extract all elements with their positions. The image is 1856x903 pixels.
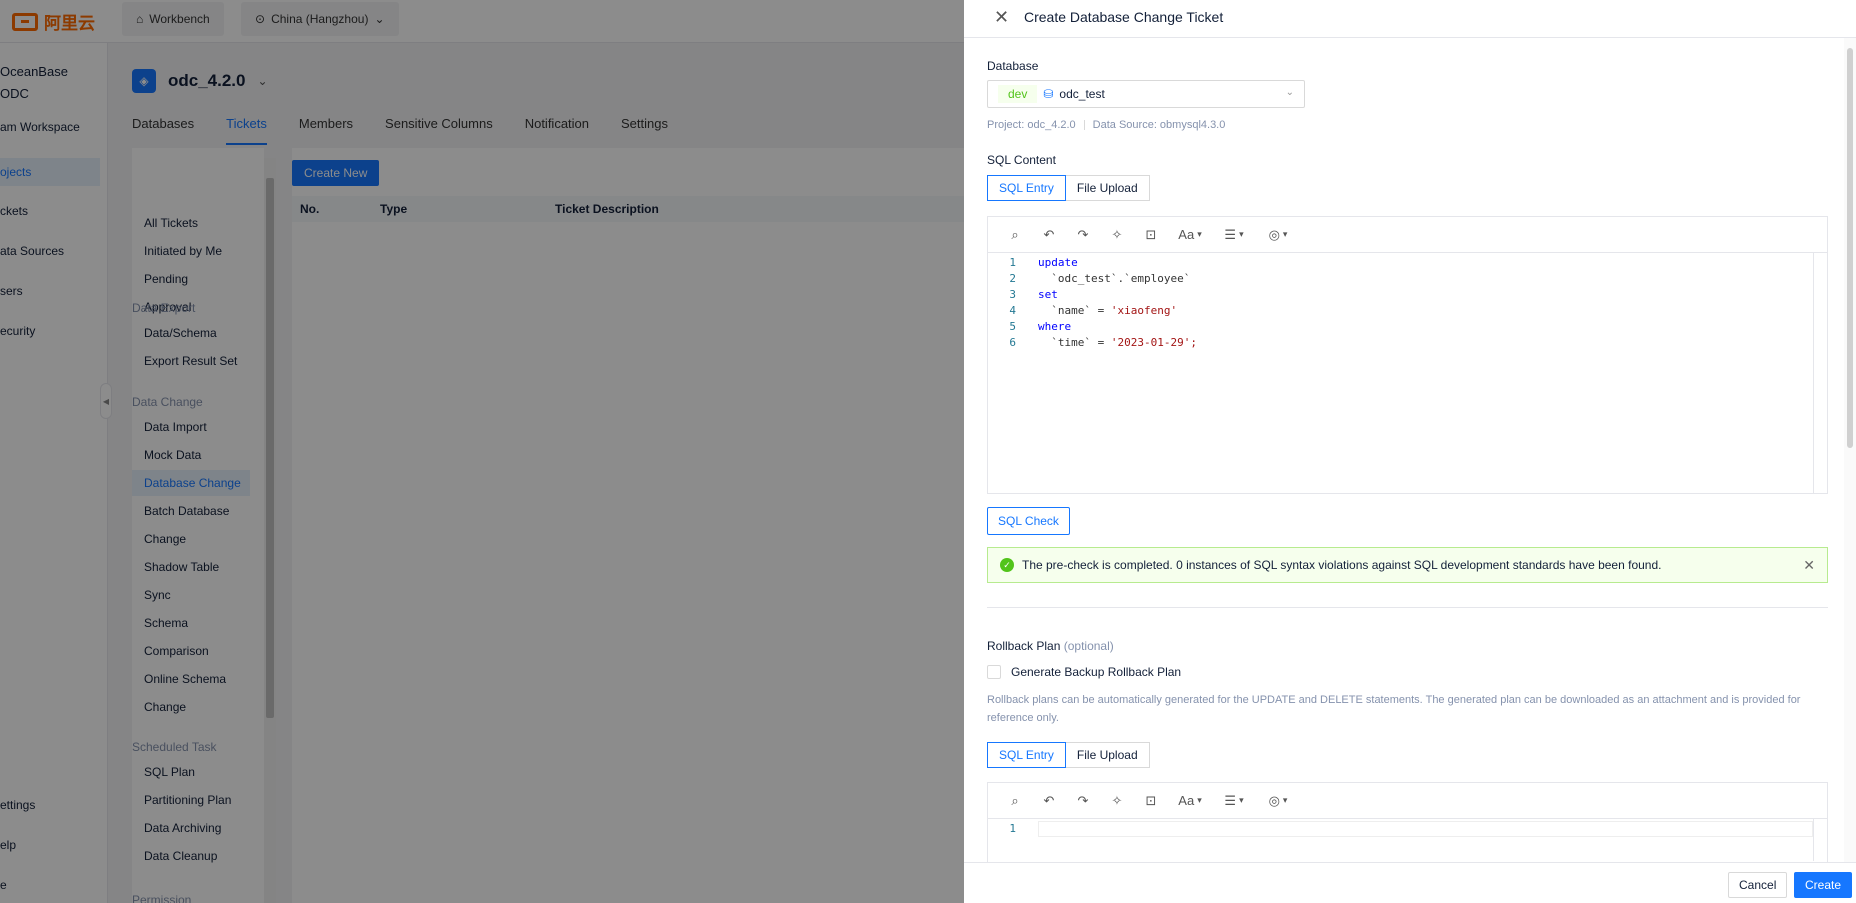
drawer-header: ✕ Create Database Change Ticket	[964, 0, 1856, 38]
chevron-down-icon: ⌄	[1285, 87, 1294, 98]
line-number: 3	[1009, 288, 1016, 301]
optional-hint: (optional)	[1063, 639, 1114, 653]
redo-icon[interactable]: ↷	[1066, 217, 1100, 253]
current-line-highlight	[1038, 821, 1813, 837]
database-value: odc_test	[1059, 87, 1105, 101]
rollback-help-text: Rollback plans can be automatically gene…	[987, 694, 1801, 724]
editor-scrollbar[interactable]	[1813, 819, 1827, 861]
rollback-checkbox[interactable]	[987, 665, 1001, 679]
code-keyword: set	[1038, 288, 1058, 301]
rollback-file-upload-tab[interactable]: File Upload	[1065, 742, 1150, 768]
drawer-body: Database dev ⛁ odc_test ⌄ Project: odc_4…	[964, 38, 1856, 862]
code-line: 2 `odc_test`.`employee`	[988, 271, 1827, 287]
sql-check-button[interactable]: SQL Check	[987, 507, 1070, 535]
format-icon[interactable]: ✧	[1100, 217, 1134, 253]
database-label: Database	[987, 59, 1039, 73]
sql-entry-tab[interactable]: SQL Entry	[987, 175, 1066, 201]
indent-icon[interactable]: ☰	[1212, 783, 1256, 819]
indent-icon[interactable]: ☰	[1212, 217, 1256, 253]
case-icon[interactable]: Aa	[1168, 217, 1212, 253]
editor-toolbar: ⌕ ↶ ↷ ✧ ⊡ Aa ☰ ◎	[988, 217, 1827, 253]
sql-editor[interactable]: ⌕ ↶ ↷ ✧ ⊡ Aa ☰ ◎ 1 update 2 `odc_test`.`e…	[987, 216, 1828, 494]
code-string: '2023-01-29';	[1110, 336, 1197, 349]
drawer-title: Create Database Change Ticket	[1024, 9, 1224, 25]
sql-content-label: SQL Content	[987, 153, 1056, 167]
alert-text: The pre-check is completed. 0 instances …	[1022, 558, 1662, 572]
rollback-plan-label: Rollback Plan (optional)	[987, 639, 1114, 653]
code-identifier: `time` =	[1038, 336, 1111, 349]
sql-input-mode: SQL Entry File Upload	[987, 175, 1150, 201]
more-icon[interactable]: ◎	[1256, 783, 1300, 819]
line-number: 5	[1009, 320, 1016, 333]
line-number: 6	[1009, 336, 1016, 349]
drawer-scrollbar-thumb[interactable]	[1847, 48, 1853, 448]
format-icon[interactable]: ✧	[1100, 783, 1134, 819]
more-icon[interactable]: ◎	[1256, 217, 1300, 253]
redo-icon[interactable]: ↷	[1066, 783, 1100, 819]
code-area[interactable]: 1 update 2 `odc_test`.`employee` 3 set 4 `…	[988, 253, 1827, 493]
code-line: 4 `name` = 'xiaofeng'	[988, 303, 1827, 319]
editor-scrollbar[interactable]	[1813, 253, 1827, 493]
meta-divider	[1083, 120, 1085, 131]
find-icon[interactable]: ⌕	[998, 217, 1032, 253]
close-icon[interactable]: ✕	[994, 7, 1009, 28]
create-ticket-drawer: ✕ Create Database Change Ticket Database…	[964, 0, 1856, 903]
drawer-footer: Cancel Create	[964, 862, 1856, 903]
code-line: 5 where	[988, 319, 1827, 335]
code-identifier: `name` =	[1038, 304, 1111, 317]
code-area[interactable]: 1	[988, 819, 1827, 861]
datasource-meta-text: Data Source: obmysql4.3.0	[1092, 119, 1226, 131]
code-keyword: where	[1038, 320, 1072, 333]
cancel-button[interactable]: Cancel	[1728, 872, 1788, 898]
line-number: 2	[1009, 272, 1016, 285]
rollback-sql-entry-tab[interactable]: SQL Entry	[987, 742, 1066, 768]
rollback-checkbox-label[interactable]: Generate Backup Rollback Plan	[1011, 665, 1181, 679]
rollback-sql-editor[interactable]: ⌕ ↶ ↷ ✧ ⊡ Aa ☰ ◎ 1	[987, 782, 1828, 862]
code-line: 3 set	[988, 287, 1827, 303]
snippet-icon[interactable]: ⊡	[1134, 217, 1168, 253]
project-meta: Project: odc_4.2.0 Data Source: obmysql4.…	[987, 119, 1225, 131]
rollback-input-mode: SQL Entry File Upload	[987, 742, 1150, 768]
code-identifier: `odc_test`.`employee`	[1038, 272, 1191, 285]
editor-toolbar: ⌕ ↶ ↷ ✧ ⊡ Aa ☰ ◎	[988, 783, 1827, 819]
env-tag: dev	[998, 85, 1038, 103]
line-number: 1	[1009, 822, 1016, 835]
database-icon: ⛁	[1043, 87, 1054, 101]
check-circle-icon: ✓	[1000, 558, 1014, 572]
code-keyword: update	[1038, 256, 1078, 269]
snippet-icon[interactable]: ⊡	[1134, 783, 1168, 819]
find-icon[interactable]: ⌕	[998, 783, 1032, 819]
code-line: 6 `time` = '2023-01-29';	[988, 335, 1827, 351]
drawer-scrollbar[interactable]	[1844, 38, 1856, 862]
section-divider	[987, 607, 1828, 608]
case-icon[interactable]: Aa	[1168, 783, 1212, 819]
file-upload-tab[interactable]: File Upload	[1065, 175, 1150, 201]
close-icon[interactable]: ✕	[1803, 557, 1815, 574]
code-line: 1 update	[988, 255, 1827, 271]
line-number: 4	[1009, 304, 1016, 317]
rollback-checkbox-row[interactable]: Generate Backup Rollback Plan	[987, 665, 1181, 679]
precheck-success-alert: ✓ The pre-check is completed. 0 instance…	[987, 547, 1828, 583]
rollback-label-text: Rollback Plan	[987, 639, 1061, 653]
create-button[interactable]: Create	[1794, 872, 1853, 898]
database-select[interactable]: dev ⛁ odc_test ⌄	[987, 80, 1305, 108]
line-number: 1	[1009, 256, 1016, 269]
code-string: 'xiaofeng'	[1110, 304, 1178, 317]
project-meta-text: Project: odc_4.2.0	[987, 119, 1076, 131]
undo-icon[interactable]: ↶	[1032, 783, 1066, 819]
undo-icon[interactable]: ↶	[1032, 217, 1066, 253]
